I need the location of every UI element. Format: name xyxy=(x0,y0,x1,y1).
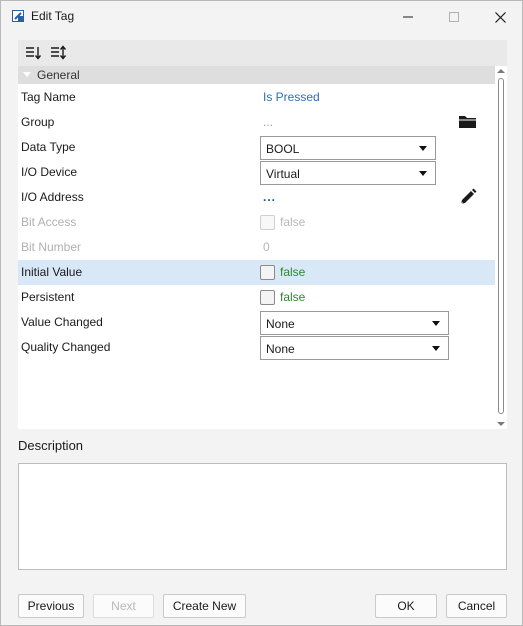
chevron-down-icon xyxy=(419,146,427,151)
property-row-io-device[interactable]: I/O Device Virtual xyxy=(18,160,495,185)
group-value[interactable]: ... xyxy=(263,115,273,129)
bit-number-label: Bit Number xyxy=(21,240,82,254)
property-row-value-changed[interactable]: Value Changed None xyxy=(18,310,495,335)
property-grid-toolbar xyxy=(18,40,507,66)
value-changed-value: None xyxy=(266,317,295,331)
persistent-checkbox[interactable] xyxy=(260,290,275,305)
cancel-button[interactable]: Cancel xyxy=(446,594,507,618)
description-label: Description xyxy=(18,438,84,453)
property-row-io-address[interactable]: I/O Address ... xyxy=(18,185,495,210)
persistent-value: false xyxy=(280,290,306,304)
category-label: General xyxy=(37,68,80,82)
io-device-select[interactable]: Virtual xyxy=(260,161,436,185)
alphabetical-sort-icon[interactable] xyxy=(49,44,67,62)
data-type-value: BOOL xyxy=(266,142,300,156)
property-row-quality-changed[interactable]: Quality Changed None xyxy=(18,335,495,360)
value-changed-select[interactable]: None xyxy=(260,311,449,335)
create-new-button[interactable]: Create New xyxy=(163,594,246,618)
bit-number-value: 0 xyxy=(263,240,270,254)
maximize-button[interactable] xyxy=(431,1,477,33)
quality-changed-label: Quality Changed xyxy=(21,340,111,354)
category-general[interactable]: General xyxy=(18,66,495,84)
edit-tag-dialog: Edit Tag General Tag Name Is Pressed Gro… xyxy=(0,0,523,626)
data-type-select[interactable]: BOOL xyxy=(260,136,436,160)
chevron-down-icon xyxy=(419,171,427,176)
description-textarea[interactable] xyxy=(18,463,507,570)
property-row-bit-access: Bit Access false xyxy=(18,210,495,235)
ok-button[interactable]: OK xyxy=(375,594,437,618)
property-row-bit-number: Bit Number 0 xyxy=(18,235,495,260)
property-row-data-type[interactable]: Data Type BOOL xyxy=(18,135,495,160)
io-address-value[interactable]: ... xyxy=(263,190,276,204)
initial-value-checkbox[interactable] xyxy=(260,265,275,280)
group-label: Group xyxy=(21,115,55,129)
close-icon xyxy=(494,11,506,23)
close-button[interactable] xyxy=(477,1,523,33)
minimize-button[interactable] xyxy=(385,1,431,33)
chevron-down-icon xyxy=(432,321,440,326)
bit-access-value: false xyxy=(280,215,306,229)
initial-value-label: Initial Value xyxy=(21,265,83,279)
maximize-icon xyxy=(449,12,459,22)
tag-name-value[interactable]: Is Pressed xyxy=(263,90,320,104)
property-row-group[interactable]: Group ... xyxy=(18,110,495,135)
previous-button[interactable]: Previous xyxy=(18,594,84,618)
title-bar: Edit Tag xyxy=(1,1,522,33)
scroll-down-arrow-icon[interactable] xyxy=(497,422,505,426)
minimize-icon xyxy=(403,16,413,18)
scroll-up-arrow-icon[interactable] xyxy=(497,69,505,73)
property-grid: General Tag Name Is Pressed Group ... Da… xyxy=(18,40,507,429)
property-row-initial-value[interactable]: Initial Value false xyxy=(18,260,495,285)
bit-access-checkbox xyxy=(260,215,275,230)
pencil-edit-icon[interactable] xyxy=(458,187,478,207)
initial-value-value: false xyxy=(280,265,306,279)
next-button[interactable]: Next xyxy=(93,594,154,618)
chevron-down-icon xyxy=(432,346,440,351)
scrollbar-thumb[interactable] xyxy=(498,78,504,414)
folder-icon[interactable] xyxy=(458,112,478,132)
io-device-label: I/O Device xyxy=(21,165,78,179)
quality-changed-value: None xyxy=(266,342,295,356)
bit-access-label: Bit Access xyxy=(21,215,77,229)
persistent-label: Persistent xyxy=(21,290,75,304)
quality-changed-select[interactable]: None xyxy=(260,336,449,360)
property-row-persistent[interactable]: Persistent false xyxy=(18,285,495,310)
io-address-label: I/O Address xyxy=(21,190,84,204)
vertical-scrollbar[interactable] xyxy=(495,66,507,429)
app-icon xyxy=(12,10,24,22)
value-changed-label: Value Changed xyxy=(21,315,103,329)
data-type-label: Data Type xyxy=(21,140,76,154)
categorized-sort-icon[interactable] xyxy=(24,44,42,62)
property-row-tag-name[interactable]: Tag Name Is Pressed xyxy=(18,85,495,110)
collapse-arrow-icon[interactable] xyxy=(23,72,31,77)
io-device-value: Virtual xyxy=(266,167,300,181)
tag-name-label: Tag Name xyxy=(21,90,76,104)
window-title: Edit Tag xyxy=(31,9,75,23)
